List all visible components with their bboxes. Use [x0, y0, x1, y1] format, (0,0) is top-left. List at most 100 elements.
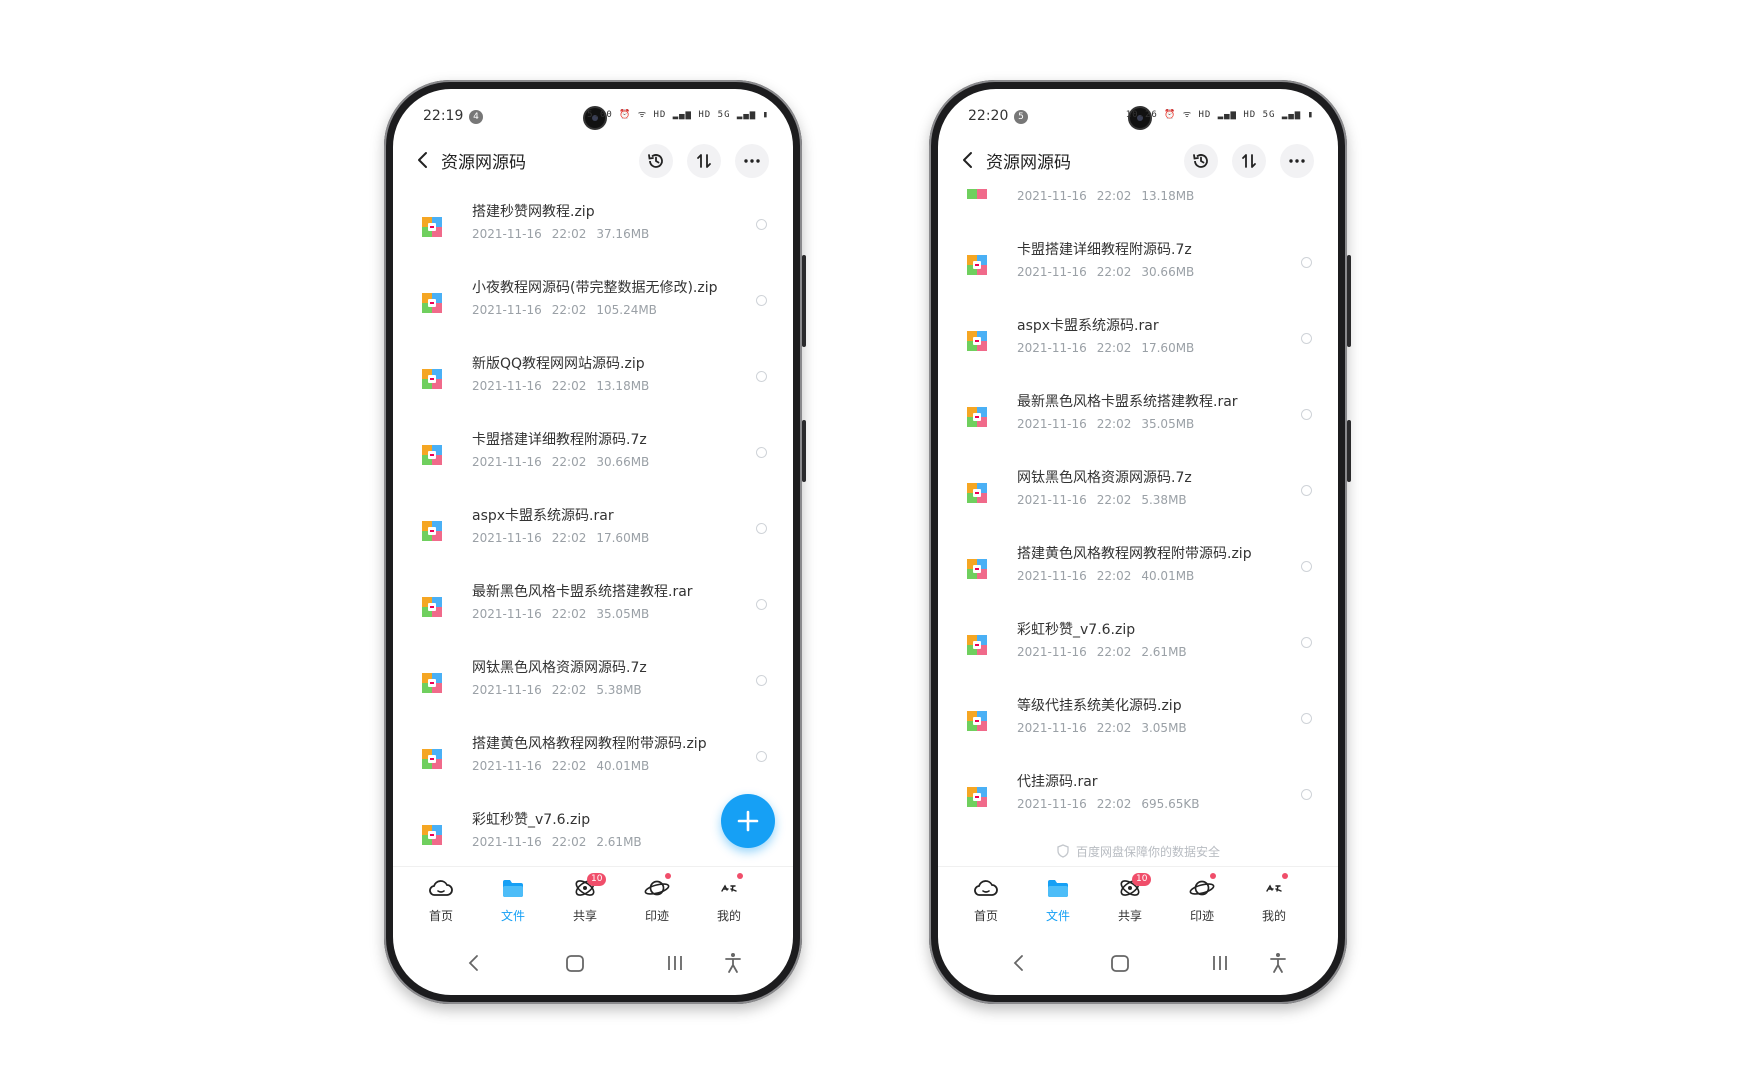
file-name: 代挂源码.rar — [1017, 774, 1098, 790]
file-row[interactable]: 网钛黑色风格资源网源码.7z 2021-11-16 22:02 5.38MB — [938, 455, 1338, 531]
history-button[interactable] — [639, 144, 673, 178]
file-row[interactable]: 卡盟搭建详细教程附源码.7z 2021-11-16 22:02 30.66MB — [938, 227, 1338, 303]
nav-back-icon[interactable] — [464, 951, 484, 975]
zip-file-icon — [967, 711, 987, 731]
file-row[interactable]: 网钛黑色风格资源网源码.7z 2021-11-16 22:02 5.38MB — [393, 645, 793, 721]
file-row[interactable]: 新版QQ教程网网站源码.zip 2021-11-16 22:02 13.18MB — [393, 341, 793, 417]
accessibility-icon[interactable] — [721, 951, 745, 975]
back-arrow-icon[interactable] — [956, 148, 980, 172]
select-checkbox[interactable] — [756, 447, 767, 458]
sort-button[interactable] — [687, 144, 721, 178]
nav-home-icon[interactable] — [1108, 951, 1132, 975]
sort-button[interactable] — [1232, 144, 1266, 178]
status-icons: 10.26 ⏰ ᯤ HD ▂▄▆ HD 5G ▂▄▆ ▮ — [1125, 110, 1314, 120]
zip-file-icon — [967, 255, 987, 275]
file-size: 13.18MB — [596, 379, 650, 393]
file-row[interactable]: 最新黑色风格卡盟系统搭建教程.rar 2021-11-16 22:02 35.05M… — [393, 569, 793, 645]
file-name: 新版QQ教程网网站源码.zip — [472, 356, 645, 372]
tab-mine[interactable]: 我的 — [701, 873, 757, 924]
file-name: aspx卡盟系统源码.rar — [1017, 318, 1159, 334]
cloud-icon — [974, 880, 998, 896]
select-checkbox[interactable] — [1301, 485, 1312, 496]
file-size: 17.60MB — [1141, 341, 1195, 355]
file-size: 3.05MB — [1141, 721, 1187, 735]
file-meta: 2021-11-16 22:02 17.60MB — [472, 531, 659, 545]
phone-right: 22:20 5 10.26 ⏰ ᯤ HD ▂▄▆ HD 5G ▂▄▆ ▮ 资源网… — [929, 80, 1351, 1004]
file-name: 最新黑色风格卡盟系统搭建教程.rar — [472, 584, 693, 600]
zip-file-icon — [967, 189, 987, 199]
zip-file-icon — [422, 673, 442, 693]
file-date: 2021-11-16 — [472, 303, 542, 317]
status-time: 22:20 — [968, 108, 1009, 124]
tab-trace[interactable]: 印迹 — [629, 873, 685, 924]
file-row[interactable]: 搭建黄色风格教程网教程附带源码.zip 2021-11-16 22:02 40.01… — [938, 531, 1338, 607]
file-row[interactable]: 等级代挂系统美化源码.zip 2021-11-16 22:02 3.05MB — [938, 683, 1338, 759]
zip-file-icon — [967, 483, 987, 503]
more-button[interactable] — [1280, 144, 1314, 178]
accessibility-icon[interactable] — [1266, 951, 1290, 975]
select-checkbox[interactable] — [1301, 789, 1312, 800]
file-row[interactable]: aspx卡盟系统源码.rar 2021-11-16 22:02 17.60MB — [938, 303, 1338, 379]
tab-share[interactable]: 10 共享 — [1102, 873, 1158, 924]
page-header: 资源网源码 — [393, 134, 793, 186]
file-row[interactable]: 代挂源码.rar 2021-11-16 22:02 695.65KB — [938, 759, 1338, 835]
file-meta: 2021-11-16 22:02 40.01MB — [472, 759, 659, 773]
folder-icon — [503, 880, 523, 897]
select-checkbox[interactable] — [756, 751, 767, 762]
history-button[interactable] — [1184, 144, 1218, 178]
select-checkbox[interactable] — [1301, 257, 1312, 268]
file-row[interactable]: 最新黑色风格卡盟系统搭建教程.rar 2021-11-16 22:02 35.05M… — [938, 379, 1338, 455]
file-date: 2021-11-16 — [1017, 493, 1087, 507]
tab-files[interactable]: 文件 — [1030, 875, 1086, 924]
select-checkbox[interactable] — [756, 295, 767, 306]
tab-trace[interactable]: 印迹 — [1174, 873, 1230, 924]
volume-button — [802, 255, 806, 347]
file-meta: 2021-11-16 22:02 5.38MB — [1017, 493, 1197, 507]
shield-icon — [1057, 844, 1069, 858]
select-checkbox[interactable] — [756, 219, 767, 230]
tab-share[interactable]: 10 共享 — [557, 873, 613, 924]
nav-recents-icon[interactable] — [1208, 951, 1232, 975]
planet-icon — [1189, 880, 1215, 896]
file-size: 17.60MB — [596, 531, 650, 545]
file-row[interactable]: 搭建黄色风格教程网教程附带源码.zip 2021-11-16 22:02 40.01… — [393, 721, 793, 797]
file-row-partial[interactable]: 2021-11-16 22:02 13.18MB — [938, 189, 1338, 227]
back-arrow-icon[interactable] — [411, 148, 435, 172]
tab-home[interactable]: 首页 — [413, 875, 469, 924]
select-checkbox[interactable] — [756, 371, 767, 382]
page-title: 资源网源码 — [441, 153, 526, 173]
file-name: 彩虹秒赞_v7.6.zip — [472, 812, 591, 828]
select-checkbox[interactable] — [1301, 637, 1312, 648]
file-time: 22:02 — [1096, 417, 1132, 431]
nav-back-icon[interactable] — [1009, 951, 1029, 975]
zip-file-icon — [422, 597, 442, 617]
file-row[interactable]: 搭建秒赞网教程.zip 2021-11-16 22:02 37.16MB — [393, 189, 793, 265]
tab-mine[interactable]: 我的 — [1246, 873, 1302, 924]
nav-home-icon[interactable] — [563, 951, 587, 975]
select-checkbox[interactable] — [1301, 333, 1312, 344]
nav-recents-icon[interactable] — [663, 951, 687, 975]
select-checkbox[interactable] — [1301, 713, 1312, 724]
select-checkbox[interactable] — [1301, 409, 1312, 420]
file-row[interactable]: 卡盟搭建详细教程附源码.7z 2021-11-16 22:02 30.66MB — [393, 417, 793, 493]
file-date: 2021-11-16 — [472, 531, 542, 545]
select-checkbox[interactable] — [756, 523, 767, 534]
more-button[interactable] — [735, 144, 769, 178]
file-name: 网钛黑色风格资源网源码.7z — [1017, 470, 1192, 486]
planet-icon — [644, 880, 670, 896]
file-size: 30.66MB — [596, 455, 650, 469]
add-button[interactable] — [721, 794, 775, 848]
select-checkbox[interactable] — [756, 675, 767, 686]
select-checkbox[interactable] — [1301, 561, 1312, 572]
tab-files[interactable]: 文件 — [485, 875, 541, 924]
file-row[interactable]: aspx卡盟系统源码.rar 2021-11-16 22:02 17.60MB — [393, 493, 793, 569]
file-row[interactable]: 彩虹秒赞_v7.6.zip 2021-11-16 22:02 2.61MB — [938, 607, 1338, 683]
tab-home[interactable]: 首页 — [958, 875, 1014, 924]
file-row[interactable]: 小夜教程网源码(带完整数据无修改).zip 2021-11-16 22:02 105… — [393, 265, 793, 341]
select-checkbox[interactable] — [756, 599, 767, 610]
file-date: 2021-11-16 — [472, 379, 542, 393]
tab-label: 共享 — [572, 909, 597, 923]
file-date: 2021-11-16 — [1017, 645, 1087, 659]
file-time: 22:02 — [551, 379, 587, 393]
tab-label: 印迹 — [644, 909, 669, 923]
